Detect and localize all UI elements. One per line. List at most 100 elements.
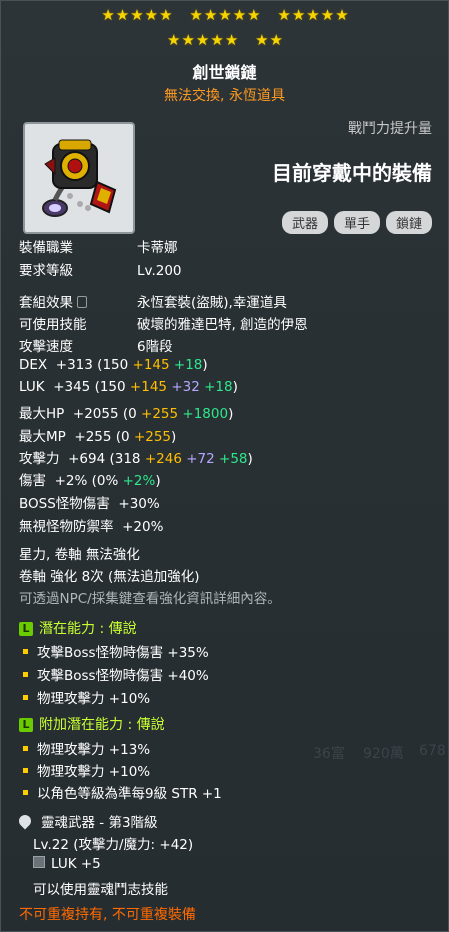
set-effect-label: 套組效果 xyxy=(19,295,73,311)
star-force-row-2: ★★★★★ ★★ xyxy=(1,31,449,49)
stat-ignore-defense: 無視怪物防禦率 +20% xyxy=(19,515,163,535)
bullet-icon xyxy=(23,790,28,795)
stat-label: DEX xyxy=(19,357,48,373)
soul-weapon-stat: LUK +5 xyxy=(33,856,101,872)
stat-total: +20% xyxy=(122,519,164,535)
soul-weapon-level: Lv.22 (攻擊力/魔力: +42) xyxy=(33,837,194,853)
legendary-badge-icon: L xyxy=(19,622,33,636)
stat-total: +2% xyxy=(54,473,88,489)
attack-speed-label: 攻擊速度 xyxy=(19,339,73,355)
stat-total: +30% xyxy=(118,496,160,512)
stat-base: (0 xyxy=(122,406,137,422)
set-effect-value: 永恆套裝(盜賊),幸運道具 xyxy=(137,295,287,311)
combat-power-label: 戰鬥力提升量 xyxy=(348,121,432,137)
bullet-icon xyxy=(23,649,28,654)
stat-scroll: +32 xyxy=(171,379,200,395)
stat-max-mp: 最大MP +255 (0 +255) xyxy=(19,429,177,445)
item-trade-status: 無法交換, 永恆道具 xyxy=(164,88,285,104)
stat-label: 攻擊力 xyxy=(19,451,60,467)
stat-attack: 攻擊力 +694 (318 +246 +72 +58) xyxy=(19,451,253,467)
stat-label: 傷害 xyxy=(19,473,46,489)
bullet-icon xyxy=(23,672,28,677)
stat-base: (150 xyxy=(97,357,129,373)
stat-base: (0% xyxy=(91,473,119,489)
soul-weapon-header: 靈魂武器 - 第3階級 xyxy=(16,811,158,831)
job-label: 裝備職業 xyxy=(19,240,73,256)
bullet-icon xyxy=(23,695,28,700)
currently-equipped-label: 目前穿戴中的裝備 xyxy=(272,161,432,185)
stat-label: 最大MP xyxy=(19,429,66,445)
bonus-potential-title: 附加潛在能力 : 傳說 xyxy=(39,717,165,733)
item-tags: 武器 單手 鎖鏈 xyxy=(281,211,432,234)
stat-luk: LUK +345 (150 +145 +32 +18) xyxy=(19,379,238,395)
background-text: 920萬 xyxy=(363,746,404,762)
star-group: ★★★★★ xyxy=(167,31,240,49)
stat-dex: DEX +313 (150 +145 +18) xyxy=(19,357,208,373)
stat-total: +2055 xyxy=(72,406,119,422)
star-force-row-1: ★★★★★ ★★★★★ ★★★★★ xyxy=(1,6,449,24)
star-group: ★★★★★ xyxy=(277,6,350,24)
legendary-badge-icon: L xyxy=(19,718,33,732)
stat-bonus: +18 xyxy=(204,379,233,395)
stat-bonus: +2% xyxy=(122,473,156,489)
item-tooltip: 36富 920萬 678 ★★★★★ ★★★★★ ★★★★★ ★★★★★ ★★ … xyxy=(0,0,449,932)
job-row: 裝備職業 卡蒂娜 xyxy=(19,236,178,256)
bonus-potential-line: 以角色等級為準每9級 STR +1 xyxy=(23,782,222,802)
level-label: 要求等級 xyxy=(19,263,73,279)
tag-one-handed: 單手 xyxy=(333,211,380,234)
level-value: Lv.200 xyxy=(137,263,182,279)
background-text: 678 xyxy=(419,743,446,759)
soul-flame-icon xyxy=(16,812,34,830)
stat-label: 最大HP xyxy=(19,406,65,422)
stat-enhance: +255 xyxy=(141,406,179,422)
stat-enhance: +145 xyxy=(132,357,170,373)
attack-speed-value: 6階段 xyxy=(137,339,173,355)
attack-speed-row: 攻擊速度 6階段 xyxy=(19,335,173,355)
usable-skill-row: 可使用技能 破壞的雅達巴特, 創造的伊恩 xyxy=(19,313,308,333)
bonus-potential-line: 物理攻擊力 +13% xyxy=(23,738,150,758)
potential-line: 攻擊Boss怪物時傷害 +40% xyxy=(23,664,209,684)
stat-label: 無視怪物防禦率 xyxy=(19,519,114,535)
level-row: 要求等級 Lv.200 xyxy=(19,259,182,279)
soul-stat-icon xyxy=(33,856,45,868)
usable-skill-label: 可使用技能 xyxy=(19,317,87,333)
potential-line: 物理攻擊力 +10% xyxy=(23,687,150,707)
stat-boss-damage: BOSS怪物傷害 +30% xyxy=(19,492,160,512)
stat-scroll: +72 xyxy=(186,451,215,467)
stat-bonus: +18 xyxy=(173,357,203,373)
bullet-icon xyxy=(23,768,28,773)
stat-total: +313 xyxy=(55,357,93,373)
background-text: 36富 xyxy=(313,746,345,762)
stat-enhance: +246 xyxy=(144,451,182,467)
stat-label: BOSS怪物傷害 xyxy=(19,496,110,512)
stat-damage: 傷害 +2% (0% +2%) xyxy=(19,473,161,489)
stat-label: LUK xyxy=(19,379,45,395)
stat-enhance: +145 xyxy=(129,379,168,395)
usable-skill-value: 破壞的雅達巴特, 創造的伊恩 xyxy=(137,317,308,333)
star-group: ★★★★★ xyxy=(101,6,174,24)
enhance-scroll: 卷軸 強化 8次 (無法追加強化) xyxy=(19,569,200,585)
potential-header: L 潛在能力 : 傳說 xyxy=(19,618,137,638)
item-name: 創世鎖鏈 xyxy=(192,63,257,82)
stat-max-hp: 最大HP +2055 (0 +255 +1800) xyxy=(19,406,234,422)
stat-base: (0 xyxy=(115,429,130,445)
enhance-note: 可透過NPC/採集鍵查看強化資訊詳細內容。 xyxy=(19,591,281,607)
stat-base: (150 xyxy=(94,379,126,395)
bonus-potential-header: L 附加潛在能力 : 傳說 xyxy=(19,714,165,734)
chain-weapon-icon xyxy=(42,139,117,217)
stat-bonus: +58 xyxy=(219,451,248,467)
stat-base: (318 xyxy=(109,451,141,467)
potential-line: 攻擊Boss怪物時傷害 +35% xyxy=(23,641,209,661)
star-group: ★★ xyxy=(255,31,284,49)
soul-weapon-skill: 可以使用靈魂鬥志技能 xyxy=(33,882,168,898)
item-icon-frame xyxy=(23,122,135,234)
enhance-star: 星力, 卷軸 無法強化 xyxy=(19,547,140,563)
tag-weapon: 武器 xyxy=(281,211,328,234)
bullet-icon xyxy=(23,746,28,751)
stat-bonus: +1800 xyxy=(182,406,229,422)
stat-total: +345 xyxy=(53,379,91,395)
lock-icon xyxy=(77,296,87,308)
potential-title: 潛在能力 : 傳說 xyxy=(39,621,137,637)
job-value: 卡蒂娜 xyxy=(137,240,178,256)
stat-total: +255 xyxy=(74,429,112,445)
